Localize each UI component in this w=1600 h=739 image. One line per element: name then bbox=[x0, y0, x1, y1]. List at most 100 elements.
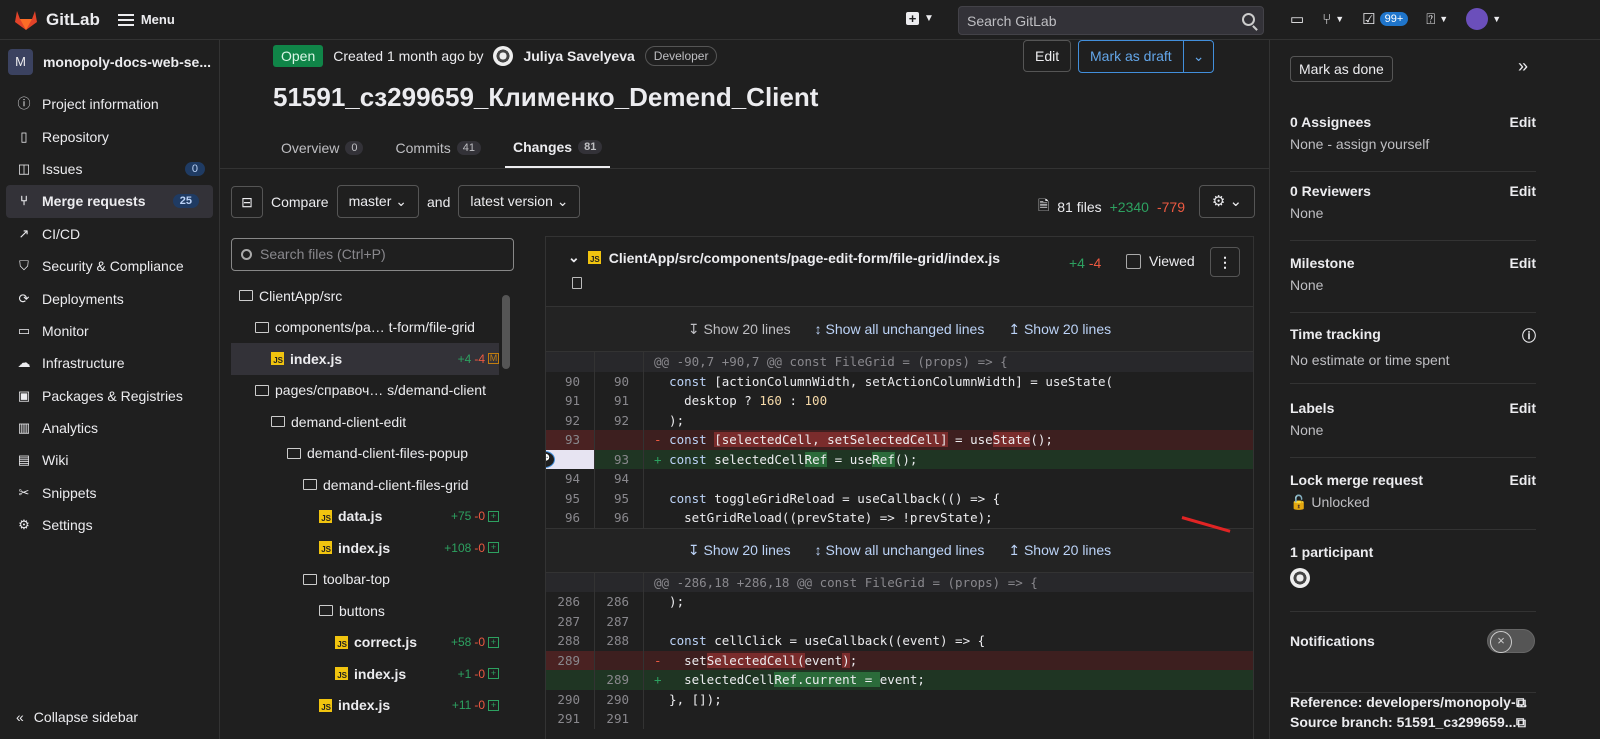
file-tree-toggle-icon[interactable]: ⊟ bbox=[231, 185, 263, 218]
tab-commits[interactable]: Commits 41 bbox=[387, 128, 488, 168]
edit-button[interactable]: Edit bbox=[1023, 40, 1072, 72]
old-line-number[interactable]: 290 bbox=[546, 689, 595, 709]
sidebar-item-merge-requests[interactable]: ⑂ Merge requests 25 bbox=[6, 185, 213, 218]
edit-link[interactable]: Edit bbox=[1510, 114, 1536, 130]
sidebar-item-security-compliance[interactable]: ⛉ Security & Compliance bbox=[0, 250, 219, 282]
new-line-number[interactable]: 287 bbox=[595, 611, 644, 631]
head-version-select[interactable]: latest version ⌄ bbox=[458, 185, 581, 218]
new-line-number[interactable]: 92 bbox=[595, 410, 644, 430]
assign-yourself-link[interactable]: None - assign yourself bbox=[1290, 136, 1536, 152]
tree-folder[interactable]: buttons bbox=[319, 595, 385, 627]
show-20-up-link[interactable]: ↧ Show 20 lines bbox=[688, 321, 791, 338]
old-line-number[interactable]: 92 bbox=[546, 410, 595, 430]
new-line-number[interactable]: 290 bbox=[595, 689, 644, 709]
new-line-number[interactable]: 289 bbox=[595, 670, 644, 690]
edit-link[interactable]: Edit bbox=[1510, 472, 1536, 488]
old-line-number[interactable]: 91 bbox=[546, 391, 595, 411]
old-line-number[interactable]: 94 bbox=[546, 469, 595, 489]
new-line-number[interactable]: 95 bbox=[595, 488, 644, 508]
tree-file[interactable]: JS correct.js +58 -0 + bbox=[335, 627, 499, 659]
mark-as-draft-button[interactable]: Mark as draft ⌄ bbox=[1078, 40, 1215, 73]
old-line-number[interactable]: 287 bbox=[546, 611, 595, 631]
old-line-number[interactable]: 288 bbox=[546, 631, 595, 651]
base-branch-select[interactable]: master ⌄ bbox=[336, 185, 420, 218]
show-20-up-link[interactable]: ↧ Show 20 lines bbox=[688, 542, 791, 559]
sidebar-item-settings[interactable]: ⚙ Settings bbox=[0, 509, 219, 541]
viewed-checkbox[interactable]: Viewed bbox=[1126, 253, 1195, 269]
tree-file[interactable]: JS index.js +11 -0 + bbox=[319, 690, 499, 722]
edit-link[interactable]: Edit bbox=[1510, 400, 1536, 416]
sidebar-item-issues[interactable]: ◫ Issues 0 bbox=[0, 153, 219, 185]
tree-scrollbar[interactable] bbox=[502, 295, 510, 369]
show-20-down-link[interactable]: ↥ Show 20 lines bbox=[1008, 542, 1111, 559]
todos-icon[interactable]: ☑ 99+ bbox=[1362, 10, 1409, 28]
old-line-number[interactable]: 95 bbox=[546, 488, 595, 508]
tree-folder[interactable]: demand-client-edit bbox=[271, 406, 406, 438]
user-avatar-menu[interactable]: ▼ bbox=[1466, 8, 1501, 30]
new-line-number[interactable]: 286 bbox=[595, 592, 644, 612]
old-line-number[interactable]: 289 bbox=[546, 650, 595, 670]
old-line-number[interactable]: 286 bbox=[546, 592, 595, 612]
checkbox[interactable] bbox=[1126, 253, 1141, 269]
sidebar-item-repository[interactable]: ▯ Repository bbox=[0, 120, 219, 152]
sidebar-item-analytics[interactable]: ▥ Analytics bbox=[0, 412, 219, 444]
new-line-number[interactable]: 91 bbox=[595, 391, 644, 411]
gitlab-logo[interactable]: GitLab bbox=[14, 9, 100, 31]
notifications-toggle[interactable] bbox=[1487, 629, 1535, 653]
new-line-number[interactable]: 288 bbox=[595, 631, 644, 651]
old-line-number[interactable]: 96 bbox=[546, 508, 595, 528]
sidebar-item-deployments[interactable]: ⟳ Deployments bbox=[0, 282, 219, 314]
new-line-number[interactable]: 291 bbox=[595, 709, 644, 729]
collapse-right-sidebar-icon[interactable]: » bbox=[1518, 56, 1528, 77]
old-line-number[interactable]: 291 bbox=[546, 709, 595, 729]
sidebar-item-monitor[interactable]: ▭ Monitor bbox=[0, 315, 219, 347]
old-line-number[interactable]: 90 bbox=[546, 371, 595, 391]
show-all-link[interactable]: ↕ Show all unchanged lines bbox=[815, 321, 985, 337]
kebab-menu-icon[interactable]: ⋮ bbox=[1210, 247, 1240, 277]
tree-file[interactable]: JS index.js +4 -4 M bbox=[231, 343, 499, 375]
new-line-number[interactable]: 94 bbox=[595, 469, 644, 489]
copy-icon[interactable]: ⧉ bbox=[1516, 714, 1526, 731]
tree-folder[interactable]: components/pa… t-form/file-grid bbox=[255, 312, 475, 344]
tree-folder[interactable]: ClientApp/src bbox=[239, 280, 342, 312]
new-line-number[interactable]: 96 bbox=[595, 508, 644, 528]
author-name[interactable]: Juliya Savelyeva bbox=[523, 48, 634, 64]
old-line-number[interactable]: 93 bbox=[546, 430, 595, 450]
question-circle-icon[interactable]: ⓘ bbox=[1522, 326, 1536, 346]
copy-icon[interactable]: ⧉ bbox=[1516, 694, 1526, 711]
tree-folder[interactable]: demand-client-files-popup bbox=[287, 438, 468, 470]
tab-overview[interactable]: Overview 0 bbox=[273, 128, 371, 168]
tree-folder[interactable]: pages/справоч… s/demand-client bbox=[255, 375, 486, 407]
diff-file-path[interactable]: ⌄ JS ClientApp/src/components/page-edit-fo… bbox=[568, 249, 1000, 266]
sidebar-item-project-information[interactable]: ⓘ Project information bbox=[0, 88, 219, 120]
search-input[interactable]: Search GitLab bbox=[958, 6, 1264, 35]
sidebar-item-ci-cd[interactable]: ↗ CI/CD bbox=[0, 218, 219, 250]
mark-as-done-button[interactable]: Mark as done bbox=[1290, 56, 1393, 82]
chevron-down-icon[interactable]: ⌄ bbox=[1182, 41, 1214, 72]
edit-link[interactable]: Edit bbox=[1510, 183, 1536, 199]
chevron-down-icon[interactable]: ⌄ bbox=[568, 249, 580, 266]
sidebar-item-packages-registries[interactable]: ▣ Packages & Registries bbox=[0, 380, 219, 412]
participant-avatar[interactable] bbox=[1290, 568, 1310, 588]
tree-file[interactable]: JS index.js +108 -0 + bbox=[319, 532, 499, 564]
project-header[interactable]: Mmonopoly-docs-web-se... bbox=[0, 40, 219, 84]
new-line-number[interactable]: 90 bbox=[595, 371, 644, 391]
diff-settings-button[interactable]: ⚙ ⌄ bbox=[1199, 185, 1255, 218]
tree-folder[interactable]: toolbar-top bbox=[303, 564, 390, 596]
show-20-down-link[interactable]: ↥ Show 20 lines bbox=[1008, 321, 1111, 338]
collapse-sidebar-button[interactable]: « Collapse sidebar bbox=[0, 709, 138, 725]
show-all-link[interactable]: ↕ Show all unchanged lines bbox=[815, 542, 985, 558]
sidebar-item-snippets[interactable]: ✂ Snippets bbox=[0, 477, 219, 509]
tree-file[interactable]: JS data.js +75 -0 + bbox=[319, 501, 499, 533]
tab-changes[interactable]: Changes 81 bbox=[504, 128, 611, 168]
copy-icon[interactable] bbox=[572, 277, 582, 289]
edit-link[interactable]: Edit bbox=[1510, 255, 1536, 271]
tree-folder[interactable]: demand-client-files-grid bbox=[303, 469, 469, 501]
new-line-number[interactable]: 93 bbox=[595, 449, 644, 469]
help-icon[interactable]: ⍰ ▼ bbox=[1426, 11, 1448, 28]
menu-button[interactable]: Menu bbox=[117, 12, 175, 27]
file-search-input[interactable]: Search files (Ctrl+P) bbox=[231, 238, 514, 271]
tree-file[interactable]: JS index.js +1 -0 + bbox=[335, 658, 499, 690]
author-avatar[interactable] bbox=[493, 46, 514, 66]
sidebar-item-wiki[interactable]: ▤ Wiki bbox=[0, 444, 219, 476]
